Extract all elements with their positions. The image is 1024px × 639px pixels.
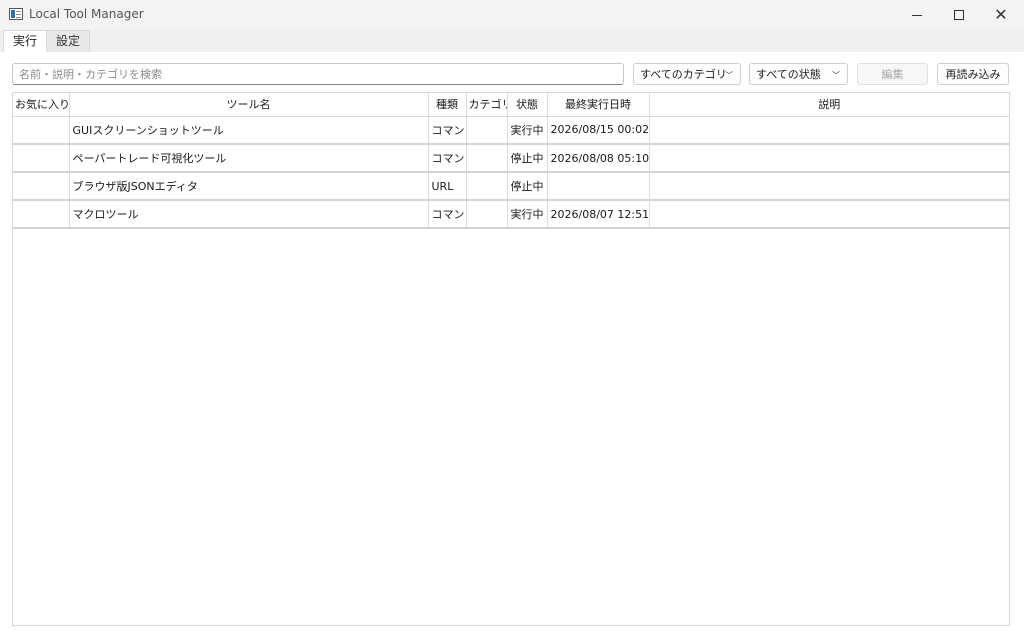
table-row[interactable]: マクロツール コマンド 実行中 2026/08/07 12:51:54	[13, 200, 1009, 229]
status-cell: 停止中	[507, 144, 548, 173]
reload-button[interactable]: 再読み込み	[937, 63, 1009, 85]
type-cell: コマンド	[428, 116, 467, 145]
tool-name-cell: マクロツール	[69, 200, 429, 229]
last-run-cell: 2026/08/07 12:51:54	[547, 200, 650, 229]
tab-settings[interactable]: 設定	[46, 30, 91, 52]
type-cell: コマンド	[428, 200, 467, 229]
category-cell	[466, 144, 508, 173]
tool-name-cell: GUIスクリーンショットツール	[69, 116, 429, 145]
status-cell: 停止中	[507, 172, 548, 201]
column-header-last-run[interactable]: 最終実行日時	[547, 93, 650, 117]
table-row[interactable]: ブラウザ版JSONエディタ URL 停止中	[13, 172, 1009, 201]
description-cell	[649, 116, 1009, 145]
column-header-description[interactable]: 説明	[649, 93, 1009, 117]
description-cell	[649, 144, 1009, 173]
column-header-name[interactable]: ツール名	[69, 93, 429, 117]
tool-name-cell: ブラウザ版JSONエディタ	[69, 172, 429, 201]
status-cell: 実行中	[507, 116, 548, 145]
favorite-cell[interactable]	[13, 144, 70, 173]
favorite-cell[interactable]	[13, 172, 70, 201]
status-cell: 実行中	[507, 200, 548, 229]
column-header-type[interactable]: 種類	[428, 93, 467, 117]
tab-run[interactable]: 実行	[3, 30, 48, 52]
category-filter-value: すべてのカテゴリ	[640, 68, 727, 81]
column-header-category[interactable]: カテゴリ	[466, 93, 508, 117]
category-cell	[466, 172, 508, 201]
column-header-status[interactable]: 状態	[507, 93, 548, 117]
table-header: お気に入り ツール名 種類 カテゴリ 状態 最終実行日時 説明	[13, 93, 1009, 117]
close-button[interactable]: ✕	[978, 0, 1024, 30]
tool-table[interactable]: お気に入り ツール名 種類 カテゴリ 状態 最終実行日時 説明 GUIスクリーン…	[12, 92, 1010, 626]
last-run-cell: 2026/08/08 05:10:10	[547, 144, 650, 173]
edit-button[interactable]: 編集	[857, 63, 928, 85]
chevron-down-icon: ﹀	[725, 71, 733, 80]
column-header-favorite[interactable]: お気に入り	[13, 93, 70, 117]
app-window-icon	[9, 8, 23, 20]
type-cell: URL	[428, 172, 467, 201]
search-input[interactable]	[12, 63, 624, 85]
category-cell	[466, 116, 508, 145]
description-cell	[649, 172, 1009, 201]
maximize-button[interactable]	[936, 0, 982, 30]
last-run-cell: 2026/08/15 00:02:45	[547, 116, 650, 145]
favorite-cell[interactable]	[13, 116, 70, 145]
tool-name-cell: ペーパートレード可視化ツール	[69, 144, 429, 173]
last-run-cell	[547, 172, 650, 201]
maximize-icon	[954, 10, 964, 20]
minimize-icon	[912, 14, 922, 16]
type-cell: コマンド	[428, 144, 467, 173]
tab-bar: 実行 設定	[0, 30, 1024, 52]
description-cell	[649, 200, 1009, 229]
favorite-cell[interactable]	[13, 200, 70, 229]
window-title: Local Tool Manager	[29, 7, 144, 21]
title-bar: Local Tool Manager ✕	[0, 0, 1024, 30]
status-filter-value: すべての状態	[756, 68, 821, 81]
chevron-down-icon: ﹀	[832, 71, 840, 80]
category-filter-select[interactable]: すべてのカテゴリ ﹀	[633, 63, 741, 85]
minimize-button[interactable]	[894, 0, 940, 30]
table-row[interactable]: GUIスクリーンショットツール コマンド 実行中 2026/08/15 00:0…	[13, 116, 1009, 145]
category-cell	[466, 200, 508, 229]
close-icon: ✕	[994, 5, 1008, 24]
status-filter-select[interactable]: すべての状態 ﹀	[749, 63, 848, 85]
table-row[interactable]: ペーパートレード可視化ツール コマンド 停止中 2026/08/08 05:10…	[13, 144, 1009, 173]
